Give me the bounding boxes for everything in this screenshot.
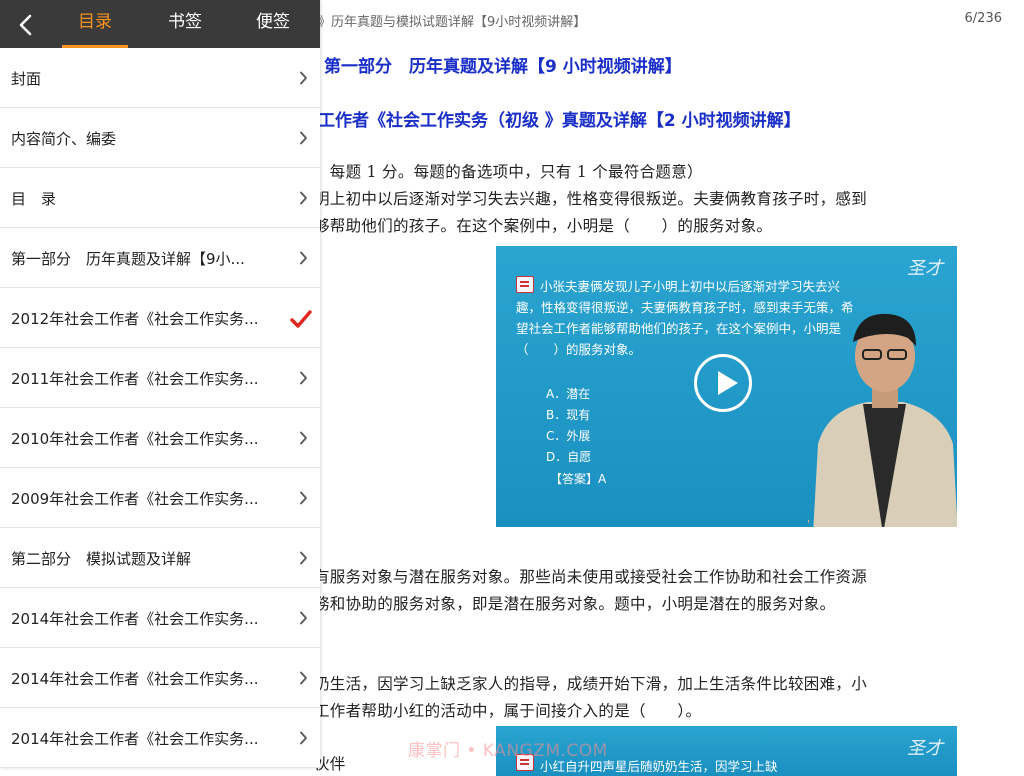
toc-item[interactable]: 2014年社会工作者《社会工作实务...: [0, 648, 320, 708]
toc-item-label: 2012年社会工作者《社会工作实务...: [11, 310, 259, 328]
toc-item-label: 2014年社会工作者《社会工作实务...: [11, 610, 259, 628]
toc-item-label: 第二部分 模拟试题及详解: [11, 550, 192, 568]
video-option: A．潜在: [546, 387, 591, 401]
chevron-right-icon: [299, 250, 308, 269]
video-option: D．自愿: [546, 450, 592, 464]
section-heading: 第一部分 历年真题及详解【9 小时视频讲解】: [324, 57, 682, 77]
toc-item[interactable]: 2010年社会工作者《社会工作实务...: [0, 408, 320, 468]
toc-item-label: 第一部分 历年真题及详解【9小...: [11, 250, 245, 268]
toc-item-label: 2010年社会工作者《社会工作实务...: [11, 430, 259, 448]
toc-item[interactable]: 内容简介、编委: [0, 108, 320, 168]
toc-item[interactable]: 目 录: [0, 168, 320, 228]
toc-item-label: 内容简介、编委: [11, 130, 117, 148]
back-button[interactable]: [8, 8, 44, 40]
toc-item-label: 2009年社会工作者《社会工作实务...: [11, 490, 259, 508]
chevron-right-icon: [299, 430, 308, 449]
tab-label: 目录: [78, 12, 112, 32]
chevron-right-icon: [299, 670, 308, 689]
video-options: A．潜在 B．现有 C．外展 D．自愿: [546, 384, 591, 468]
paragraph-line: 奶生活，因学习上缺乏家人的指导，成绩开始下滑，加上生活条件比较困难，小: [314, 675, 868, 693]
toc-item[interactable]: 第二部分 模拟试题及详解: [0, 528, 320, 588]
play-button[interactable]: [694, 354, 752, 412]
chevron-right-icon: [299, 190, 308, 209]
chevron-right-icon: [299, 490, 308, 509]
paragraph-line: 有服务对象与潜在服务对象。那些尚未使用或接受社会工作协助和社会工作资源: [314, 568, 868, 586]
tab-label: 便签: [256, 12, 290, 32]
toc-item-label: 2014年社会工作者《社会工作实务...: [11, 670, 259, 688]
chevron-right-icon: [299, 550, 308, 569]
paragraph-line: ，每题 1 分。每题的备选项中，只有 1 个最符合题意）: [314, 163, 703, 181]
lecturer-figure: [808, 313, 957, 527]
toc-item[interactable]: 2011年社会工作者《社会工作实务...: [0, 348, 320, 408]
toc-item[interactable]: 2009年社会工作者《社会工作实务...: [0, 468, 320, 528]
toc-item[interactable]: 第一部分 历年真题及详解【9小...: [0, 228, 320, 288]
toc-item[interactable]: 2012年社会工作者《社会工作实务...: [0, 288, 320, 348]
chevron-right-icon: [299, 130, 308, 149]
tab-label: 书签: [168, 12, 202, 32]
tab-contents[interactable]: 目录: [62, 0, 128, 48]
toc-item[interactable]: 2014年社会工作者《社会工作实务...: [0, 708, 320, 768]
toc-item-label: 封面: [11, 70, 42, 88]
paragraph-line: 務和协助的服务对象，即是潜在服务对象。题中，小明是潜在的服务对象。: [314, 595, 836, 613]
video-answer: 【答案】A: [550, 472, 607, 486]
checkmark-icon: [290, 309, 312, 333]
toc-list: 封面内容简介、编委目 录第一部分 历年真题及详解【9小... 2012年社会工作者…: [0, 48, 320, 768]
drawer-header: 目录 书签 便签: [0, 0, 320, 48]
page-indicator: 6/236: [964, 11, 1002, 26]
watermark: 康掌门 • KANGZM.COM: [408, 741, 608, 761]
paragraph-line: 工作者帮助小红的活动中，属于间接介入的是（ ）。: [314, 702, 702, 720]
chevron-right-icon: [299, 730, 308, 749]
tab-notes[interactable]: 便签: [240, 0, 306, 48]
video-option: B．现有: [546, 408, 591, 422]
chevron-right-icon: [299, 370, 308, 389]
toc-item-label: 2014年社会工作者《社会工作实务...: [11, 730, 259, 748]
video-option: C．外展: [546, 429, 591, 443]
breadcrumb: 》历年真题与模拟试题详解【9小时视频讲解】: [318, 15, 587, 30]
paragraph-line: 够帮助他们的孩子。在这个案例中，小明是（ ）的服务对象。: [314, 217, 773, 235]
paragraph-line: 明上初中以后逐渐对学习失去兴趣，性格变得很叛逆。夫妻俩教育孩子时，感到: [314, 190, 868, 208]
chevron-right-icon: [299, 70, 308, 89]
toc-item-label: 2011年社会工作者《社会工作实务...: [11, 370, 259, 388]
chapter-heading: 工作者《社会工作实务（初级 》真题及详解【2 小时视频讲解】: [318, 111, 801, 131]
tab-bookmarks[interactable]: 书签: [152, 0, 218, 48]
toc-item[interactable]: 2014年社会工作者《社会工作实务...: [0, 588, 320, 648]
video-question-text: 小张夫妻俩发现儿子小明上初中以后逐渐对学习失去兴趣，性格变得很叛逆，夫妻俩教育孩…: [516, 279, 854, 357]
chevron-left-icon: [19, 14, 32, 36]
toc-item-label: 目 录: [11, 190, 57, 208]
toc-item[interactable]: 封面: [0, 48, 320, 108]
video-logo: 圣才: [907, 258, 943, 279]
video-logo: 圣才: [907, 738, 943, 759]
chevron-right-icon: [299, 610, 308, 629]
toc-drawer: 目录 书签 便签 封面内容简介、编委目 录第一部分 历年真题及详解【9小... 2…: [0, 0, 320, 768]
video-player[interactable]: 圣才 小张夫妻俩发现儿子小明上初中以后逐渐对学习失去兴趣，性格变得很叛逆，夫妻俩…: [496, 246, 957, 527]
